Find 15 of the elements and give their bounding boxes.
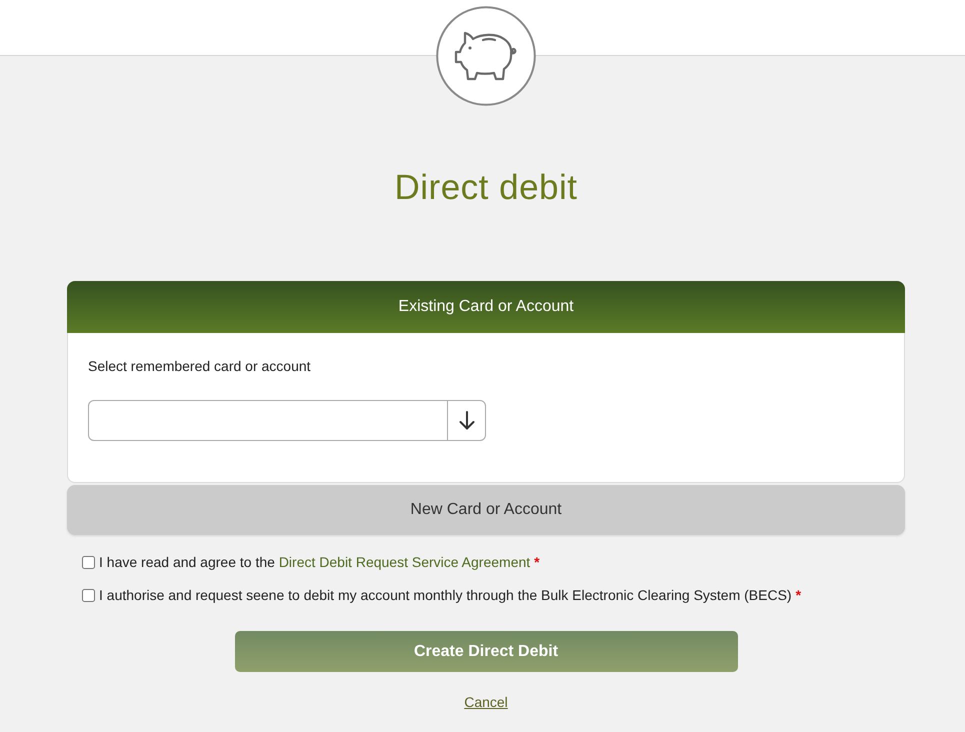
create-direct-debit-button[interactable]: Create Direct Debit (234, 631, 738, 672)
agreement-text: I authorise and request seene to debit my account monthly through the Bulk Electronic Clearing System (BECS) (99, 586, 792, 605)
required-asterisk: * (796, 586, 802, 605)
checkbox[interactable] (82, 556, 95, 568)
agreement-text: I have read and agree to the Direct Debit Request Service Agreement (99, 553, 530, 572)
checkbox[interactable] (82, 588, 95, 602)
page-title: Direct debit (394, 168, 578, 208)
cancel-link[interactable]: Cancel (464, 693, 508, 711)
select-field[interactable] (88, 400, 486, 441)
accordion-header[interactable]: Existing Card or Account (67, 281, 905, 333)
accordion-header[interactable]: New Card or Account (67, 485, 905, 535)
required-asterisk: * (534, 553, 540, 572)
field-label: Select remembered card or account (88, 358, 311, 375)
agreement-link[interactable]: Direct Debit Request Service Agreement (278, 554, 530, 570)
arrow-down-icon (458, 411, 474, 430)
